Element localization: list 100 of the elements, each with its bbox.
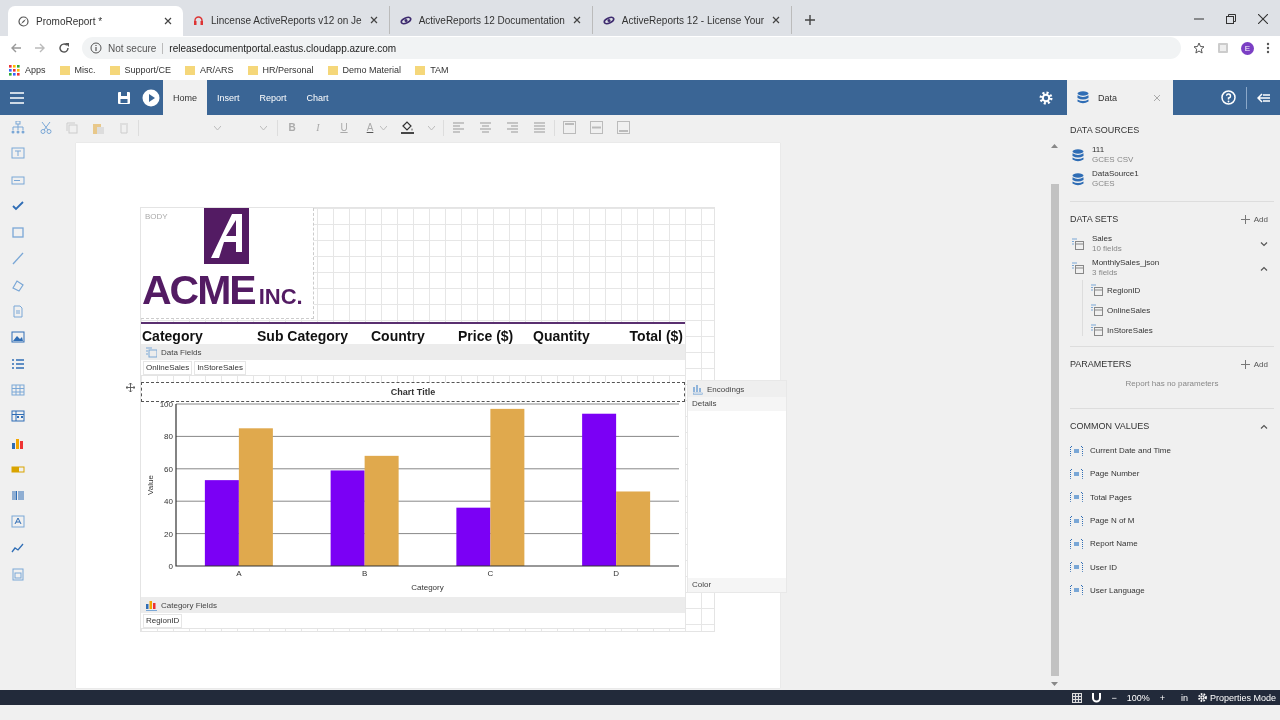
- chevron-down-icon[interactable]: [1260, 241, 1268, 247]
- barcode-icon[interactable]: [10, 489, 25, 503]
- bookmark[interactable]: Support/CE: [109, 65, 172, 75]
- close-icon[interactable]: [571, 15, 582, 25]
- checkbox-icon[interactable]: [10, 199, 25, 213]
- section-middle-icon[interactable]: [590, 121, 603, 134]
- matrix-icon[interactable]: [10, 410, 25, 424]
- browser-tab[interactable]: Lincense ActiveReports v12 on Je: [183, 6, 390, 34]
- chart-title[interactable]: Chart Title: [141, 382, 685, 402]
- dataset-item[interactable]: Sales 10 fields: [1070, 232, 1274, 256]
- close-icon[interactable]: [771, 15, 782, 25]
- magnet-icon[interactable]: [1092, 692, 1102, 703]
- bookmark[interactable]: TAM: [415, 65, 449, 75]
- plus-icon[interactable]: [804, 14, 817, 26]
- column-header: Price ($): [457, 328, 515, 344]
- ribbon-tab[interactable]: Home: [163, 80, 207, 115]
- zoom-in-button[interactable]: +: [1159, 692, 1165, 703]
- units-button[interactable]: in: [1180, 692, 1188, 703]
- ribbon-tab[interactable]: Report: [249, 80, 297, 115]
- section-top-icon[interactable]: [563, 121, 576, 134]
- browser-tab[interactable]: ActiveReports 12 - License Your: [592, 6, 793, 34]
- section-bottom-icon[interactable]: [617, 121, 630, 134]
- menu-icon[interactable]: [1266, 42, 1270, 54]
- forward-icon[interactable]: [34, 42, 46, 54]
- browser-tab[interactable]: ActiveReports 12 Documentation: [389, 6, 593, 34]
- field-item[interactable]: InStoreSales: [1091, 324, 1274, 336]
- bookmark[interactable]: Apps: [9, 64, 46, 76]
- document-icon[interactable]: [10, 305, 25, 319]
- panel-tab[interactable]: Data: [1067, 80, 1173, 115]
- fill-bucket-icon[interactable]: [401, 121, 414, 134]
- move-handle-icon[interactable]: [126, 383, 135, 392]
- address-bar[interactable]: Not secure releasedocumentportal.eastus.cloudapp.azure.com: [82, 37, 1181, 59]
- common-value-item[interactable]: User ID: [1070, 555, 1274, 579]
- textbox-icon[interactable]: [10, 147, 25, 161]
- dataset-item[interactable]: MonthlySales_json 3 fields: [1070, 256, 1274, 280]
- settings-icon[interactable]: [1039, 90, 1053, 105]
- ribbon-tab[interactable]: Chart: [296, 80, 339, 115]
- bookmark[interactable]: Demo Material: [327, 65, 402, 75]
- close-icon[interactable]: [1258, 14, 1268, 24]
- field-item[interactable]: RegionID: [1091, 284, 1274, 296]
- label-icon[interactable]: [10, 173, 25, 187]
- bookmark[interactable]: AR/ARS: [185, 65, 234, 75]
- scroll-up-icon[interactable]: [1051, 144, 1058, 148]
- grid-icon[interactable]: [1072, 692, 1083, 703]
- field-chip[interactable]: InStoreSales: [194, 360, 246, 375]
- close-icon[interactable]: [368, 15, 379, 25]
- chevron-up-icon[interactable]: [1260, 265, 1268, 271]
- line-icon[interactable]: [10, 252, 25, 266]
- chevron-up-icon[interactable]: [1260, 423, 1268, 429]
- encoding-slot[interactable]: Color: [688, 578, 786, 592]
- image-icon[interactable]: [10, 331, 25, 345]
- profile-avatar[interactable]: E: [1241, 41, 1254, 55]
- properties-mode-button[interactable]: Properties Mode: [1197, 692, 1276, 703]
- common-value-item[interactable]: Report Name: [1070, 532, 1274, 556]
- common-value-item[interactable]: User Language: [1070, 578, 1274, 603]
- menu-icon[interactable]: [10, 91, 24, 104]
- table-icon[interactable]: [10, 383, 25, 397]
- field-chip[interactable]: OnlineSales: [143, 360, 193, 375]
- bookmark[interactable]: Misc.: [59, 65, 96, 75]
- zoom-out-button[interactable]: −: [1111, 692, 1117, 703]
- axis-label: 40: [164, 497, 173, 507]
- reload-icon[interactable]: [58, 42, 70, 54]
- data-source-item[interactable]: 111 GCES CSV: [1070, 143, 1274, 167]
- shape-icon[interactable]: [10, 278, 25, 292]
- field-chip[interactable]: RegionID: [143, 613, 183, 628]
- add-button[interactable]: Add: [1240, 359, 1268, 369]
- scrollbar-thumb[interactable]: [1050, 184, 1059, 676]
- common-value-item[interactable]: Current Date and Time: [1070, 439, 1274, 463]
- sparkline-icon[interactable]: [10, 541, 25, 555]
- axis-label: D: [613, 569, 619, 578]
- list-icon[interactable]: [10, 357, 25, 371]
- help-icon[interactable]: [1221, 90, 1236, 105]
- text-frame-icon[interactable]: [10, 515, 25, 529]
- drop-zone-header: Data Fields: [141, 344, 685, 360]
- common-value-item[interactable]: Total Pages: [1070, 485, 1274, 509]
- rectangle-icon[interactable]: [10, 226, 25, 240]
- extension-icon[interactable]: [1217, 42, 1229, 54]
- restore-icon[interactable]: [1226, 14, 1236, 24]
- close-icon[interactable]: [163, 16, 173, 26]
- scroll-down-icon[interactable]: [1051, 682, 1058, 686]
- add-button[interactable]: Add: [1240, 214, 1268, 224]
- data-source-item[interactable]: DataSource1 GCES: [1070, 167, 1274, 191]
- common-value-item[interactable]: Page N of M: [1070, 508, 1274, 533]
- common-value-item[interactable]: Page Number: [1070, 462, 1274, 486]
- cut-icon[interactable]: [40, 121, 52, 134]
- axis-title: Value: [146, 475, 155, 495]
- ribbon-tab[interactable]: Insert: [207, 80, 250, 115]
- bookmark[interactable]: HR/Personal: [247, 65, 314, 75]
- star-icon[interactable]: [1193, 42, 1205, 54]
- bar-chart-icon[interactable]: [10, 436, 25, 450]
- run-icon[interactable]: [142, 88, 160, 107]
- encoding-slot[interactable]: Details: [688, 397, 786, 411]
- field-item[interactable]: OnlineSales: [1091, 304, 1274, 316]
- save-icon[interactable]: [118, 91, 130, 104]
- subreport-icon[interactable]: [10, 568, 25, 582]
- folder-icon: [415, 65, 426, 75]
- collapse-icon[interactable]: [1257, 92, 1270, 103]
- hierarchy-icon[interactable]: [10, 121, 25, 134]
- back-icon[interactable]: [10, 42, 22, 54]
- browser-tab[interactable]: PromoReport *: [8, 6, 183, 36]
